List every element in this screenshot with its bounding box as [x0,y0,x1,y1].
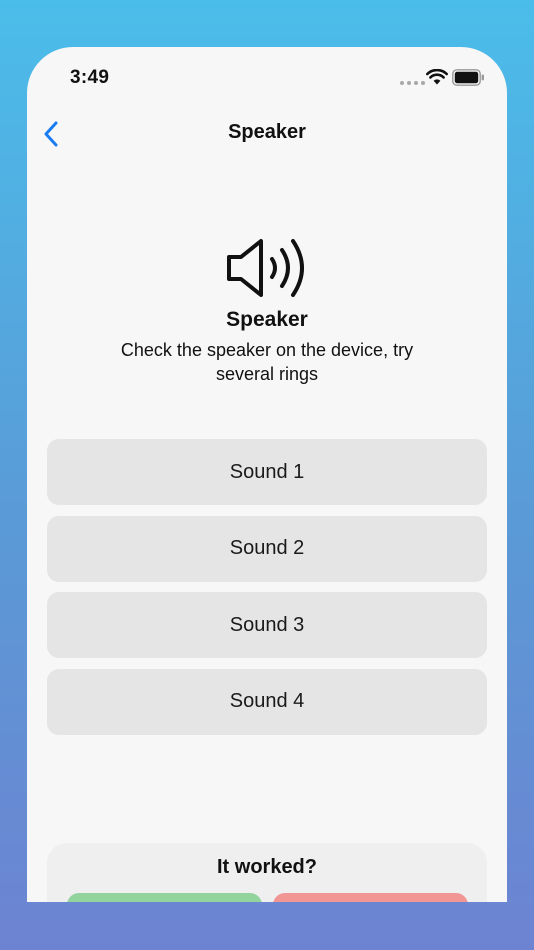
status-time: 3:49 [70,67,110,88]
page-title: Speaker [228,121,306,143]
cellular-signal-icon [400,81,425,85]
yes-button[interactable] [67,893,262,902]
wifi-icon [426,69,448,85]
sound-4-button[interactable]: Sound 4 [47,668,487,735]
feedback-card: It worked? [47,843,487,902]
navigation-bar: Speaker [27,107,507,159]
sound-2-button[interactable]: Sound 2 [47,515,487,582]
sound-3-button[interactable]: Sound 3 [47,592,487,658]
battery-icon [452,69,484,86]
feedback-question: It worked? [216,856,317,878]
sound-list: Sound 1 Sound 2 Sound 3 Sound 4 [47,439,487,745]
test-title: Speaker [226,308,308,331]
speaker-wave-icon [227,239,304,297]
test-description: Check the speaker on the device, try sev… [120,340,414,384]
status-bar: 3:49 [27,47,507,107]
phone-screen: 3:49 Speaker Speaker Check the speaker o… [27,47,507,902]
no-button[interactable] [273,893,468,902]
sound-1-button[interactable]: Sound 1 [47,439,487,505]
